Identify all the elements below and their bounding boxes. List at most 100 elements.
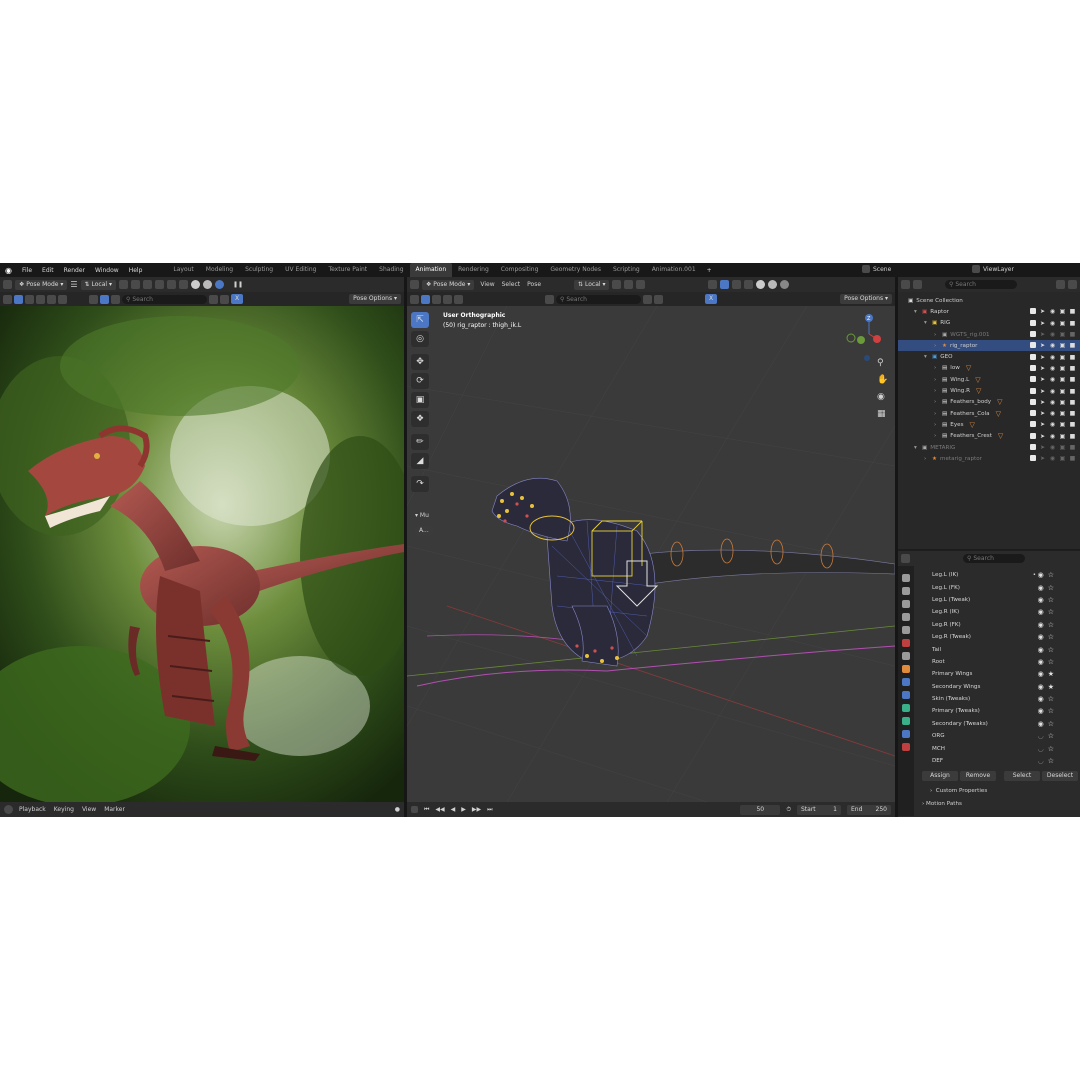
solo-star-icon[interactable]: ☆ bbox=[1048, 608, 1054, 616]
output-tab-icon[interactable] bbox=[902, 600, 910, 608]
pause-icon[interactable]: ❚❚ bbox=[233, 281, 243, 288]
expand-arrow-icon[interactable]: › bbox=[934, 422, 939, 428]
visibility-eye-icon[interactable]: ◉ bbox=[1049, 308, 1056, 315]
bookmark-icon[interactable] bbox=[209, 294, 218, 304]
visibility-eye-icon[interactable]: ◉ bbox=[1038, 571, 1044, 579]
visibility-eye-icon[interactable]: ◉ bbox=[1038, 670, 1044, 678]
expand-arrow-icon[interactable]: ▾ bbox=[914, 309, 919, 315]
center-gizmo-icon[interactable] bbox=[708, 280, 718, 289]
bone-collection-row[interactable]: Secondary Wings ◉ ★ bbox=[918, 681, 1078, 693]
bone-collection-row[interactable]: Skin (Tweaks) ◉ ☆ bbox=[918, 693, 1078, 705]
render-camera-icon[interactable]: ■ bbox=[1069, 433, 1076, 440]
jump-end-icon[interactable]: ⏭ bbox=[487, 806, 492, 814]
bone-collection-row[interactable]: Leg.R (Tweak) ◉ ☆ bbox=[918, 631, 1078, 643]
selectable-icon[interactable]: ➤ bbox=[1039, 421, 1046, 428]
center-xray-icon[interactable] bbox=[732, 280, 742, 289]
expand-arrow-icon[interactable]: ▾ bbox=[924, 320, 929, 326]
blender-logo-icon[interactable]: ◉ bbox=[0, 266, 17, 275]
selectable-icon[interactable]: ➤ bbox=[1039, 342, 1046, 349]
scene-collection-row[interactable]: ▣ Scene Collection bbox=[898, 295, 1080, 306]
gizmo-y-neg[interactable] bbox=[846, 333, 856, 343]
visibility-eye-icon[interactable]: ◉ bbox=[1049, 320, 1056, 327]
center-select-set-icon[interactable] bbox=[421, 294, 430, 304]
tool-transform-icon[interactable]: ❖ bbox=[411, 411, 429, 427]
overlay-icon[interactable] bbox=[166, 280, 176, 289]
properties-search-input[interactable]: ⚲ Search bbox=[963, 554, 1025, 563]
deselect-button[interactable]: Deselect bbox=[1042, 771, 1078, 782]
timeline-menu-view[interactable]: View bbox=[82, 806, 96, 813]
selectable-icon[interactable]: ➤ bbox=[1039, 388, 1046, 395]
render-camera-icon[interactable]: ■ bbox=[1069, 354, 1076, 361]
modifier-tab-icon[interactable] bbox=[902, 678, 910, 686]
exclude-checkbox[interactable] bbox=[1030, 364, 1036, 371]
render-camera-icon[interactable]: ■ bbox=[1069, 421, 1076, 428]
center-menu-pose[interactable]: Pose bbox=[527, 281, 541, 288]
tool-annotate-icon[interactable]: ✏ bbox=[411, 434, 429, 450]
center-select-invert-icon[interactable] bbox=[454, 294, 463, 304]
select-mode-subtract-icon[interactable] bbox=[36, 294, 45, 304]
bone-collection-row[interactable]: Leg.R (FK) ◉ ☆ bbox=[918, 619, 1078, 631]
workspace-tab-uv-editing[interactable]: UV Editing bbox=[279, 263, 322, 277]
bone-collection-row[interactable]: Primary (Tweaks) ◉ ☆ bbox=[918, 705, 1078, 717]
workspace-tab-geometry-nodes[interactable]: Geometry Nodes bbox=[544, 263, 607, 277]
exclude-checkbox[interactable] bbox=[1030, 331, 1036, 338]
visibility-eye-icon[interactable]: ◉ bbox=[1049, 354, 1056, 361]
tool-measure-icon[interactable]: ◢ bbox=[411, 453, 429, 469]
render-camera-icon[interactable]: ■ bbox=[1069, 342, 1076, 349]
custom-properties-panel[interactable]: › Custom Properties bbox=[918, 788, 1078, 794]
selectable-icon[interactable]: ➤ bbox=[1039, 455, 1046, 462]
center-search-input[interactable]: ⚲ Search bbox=[556, 294, 641, 304]
menu-render[interactable]: Render bbox=[59, 267, 90, 274]
select-mode-invert-icon[interactable] bbox=[47, 294, 56, 304]
workspace-tab-sculpting[interactable]: Sculpting bbox=[239, 263, 279, 277]
visibility-eye-icon[interactable]: ◉ bbox=[1049, 365, 1056, 372]
outliner-row[interactable]: › ▤ Eyes ▽ ➤ ◉ ▣ ■ bbox=[898, 419, 1080, 430]
remove-button[interactable]: Remove bbox=[960, 771, 996, 782]
center-axis-x-toggle[interactable]: X bbox=[705, 294, 718, 304]
shading-material-icon[interactable] bbox=[202, 280, 212, 289]
visibility-eye-icon[interactable]: ◉ bbox=[1038, 695, 1044, 703]
bone-collection-row[interactable]: Primary Wings ◉ ★ bbox=[918, 668, 1078, 680]
zoom-icon[interactable]: ⚲ bbox=[877, 358, 888, 368]
visibility-eye-icon[interactable]: ◉ bbox=[1049, 342, 1056, 349]
solo-star-icon[interactable]: ☆ bbox=[1048, 596, 1054, 604]
exclude-checkbox[interactable] bbox=[1030, 432, 1036, 439]
center-orientation-dropdown[interactable]: ⇅ Local ▾ bbox=[574, 279, 610, 290]
texture-tab-icon[interactable] bbox=[902, 743, 910, 751]
select-mode-set-icon[interactable] bbox=[14, 294, 23, 304]
outliner-row[interactable]: › ▤ Wing.L ▽ ➤ ◉ ▣ ■ bbox=[898, 374, 1080, 385]
visibility-eye-icon[interactable]: ◉ bbox=[1038, 646, 1044, 654]
menu-file[interactable]: File bbox=[17, 267, 37, 274]
modifier-icon[interactable]: ▽ bbox=[996, 410, 1001, 418]
world-tab-icon[interactable] bbox=[902, 639, 910, 647]
viewport-disable-icon[interactable]: ▣ bbox=[1059, 320, 1066, 327]
exclude-checkbox[interactable] bbox=[1030, 342, 1036, 349]
outliner-filter-icon[interactable] bbox=[1056, 280, 1065, 289]
view-layer-selector[interactable]: ViewLayer bbox=[972, 265, 1014, 273]
visibility-eye-icon[interactable]: ◉ bbox=[1038, 596, 1044, 604]
outliner-row[interactable]: ▾ ▣ Raptor ➤ ◉ ▣ ■ bbox=[898, 306, 1080, 317]
viewport-disable-icon[interactable]: ▣ bbox=[1059, 331, 1066, 338]
exclude-checkbox[interactable] bbox=[1030, 455, 1036, 462]
visibility-eye-icon[interactable]: ◉ bbox=[1049, 433, 1056, 440]
tool-scale-icon[interactable]: ▣ bbox=[411, 392, 429, 408]
snap-icon[interactable] bbox=[130, 280, 140, 289]
selectable-icon[interactable]: ➤ bbox=[1039, 331, 1046, 338]
left-bone-toggle-icon[interactable] bbox=[111, 294, 120, 304]
shading-solid-icon[interactable] bbox=[190, 280, 200, 289]
menu-window[interactable]: Window bbox=[90, 267, 124, 274]
expand-arrow-icon[interactable]: › bbox=[934, 365, 939, 371]
outliner-row[interactable]: › ▤ low ▽ ➤ ◉ ▣ ■ bbox=[898, 363, 1080, 374]
autokey-record-icon[interactable]: ● bbox=[395, 806, 400, 813]
timeline-editor-icon[interactable] bbox=[4, 805, 13, 814]
solo-star-filled-icon[interactable]: ★ bbox=[1048, 670, 1054, 678]
modifier-icon[interactable]: ▽ bbox=[976, 387, 981, 395]
keyframe-icon[interactable] bbox=[411, 806, 418, 813]
selectable-icon[interactable]: ➤ bbox=[1039, 433, 1046, 440]
visibility-eye-icon[interactable]: ◉ bbox=[1049, 444, 1056, 451]
modifier-icon[interactable]: ▽ bbox=[997, 398, 1002, 406]
center-filter-icon[interactable] bbox=[654, 294, 663, 304]
selectable-icon[interactable]: ➤ bbox=[1039, 399, 1046, 406]
center-overlay-icon[interactable] bbox=[720, 280, 730, 289]
assign-button[interactable]: Assign bbox=[922, 771, 958, 782]
